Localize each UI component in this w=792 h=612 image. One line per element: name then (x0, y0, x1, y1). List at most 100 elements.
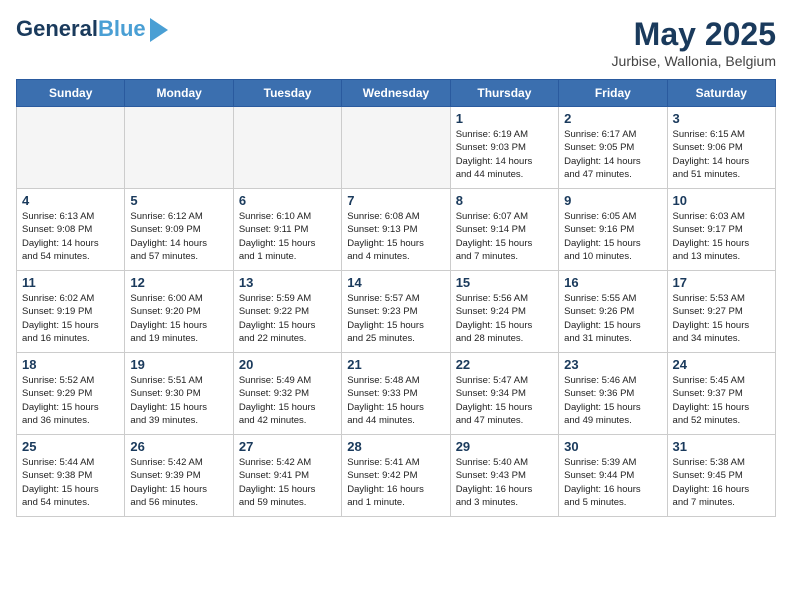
weekday-header-friday: Friday (559, 80, 667, 107)
calendar-cell (125, 107, 233, 189)
calendar-cell: 29 Sunrise: 5:40 AM Sunset: 9:43 PM Dayli… (450, 435, 558, 517)
day-number: 12 (130, 275, 227, 290)
day-number: 19 (130, 357, 227, 372)
day-number: 26 (130, 439, 227, 454)
calendar-cell: 13 Sunrise: 5:59 AM Sunset: 9:22 PM Dayli… (233, 271, 341, 353)
calendar-cell: 14Sunrise: 5:57 AM Sunset: 9:23 PM Dayli… (342, 271, 450, 353)
day-number: 30 (564, 439, 661, 454)
calendar-cell: 1Sunrise: 6:19 AM Sunset: 9:03 PM Daylig… (450, 107, 558, 189)
calendar-cell: 23 Sunrise: 5:46 AM Sunset: 9:36 PM Dayli… (559, 353, 667, 435)
day-number: 22 (456, 357, 553, 372)
day-info: Sunrise: 6:15 AM Sunset: 9:06 PM Dayligh… (673, 128, 770, 181)
logo: GeneralBlue (16, 16, 168, 42)
day-info: Sunrise: 5:42 AM Sunset: 9:41 PM Dayligh… (239, 456, 336, 509)
calendar-cell: 26 Sunrise: 5:42 AM Sunset: 9:39 PM Dayli… (125, 435, 233, 517)
calendar-cell: 7 Sunrise: 6:08 AM Sunset: 9:13 PM Daylig… (342, 189, 450, 271)
calendar-cell: 6Sunrise: 6:10 AM Sunset: 9:11 PM Daylig… (233, 189, 341, 271)
calendar-cell: 15 Sunrise: 5:56 AM Sunset: 9:24 PM Dayli… (450, 271, 558, 353)
day-number: 20 (239, 357, 336, 372)
weekday-header-row: SundayMondayTuesdayWednesdayThursdayFrid… (17, 80, 776, 107)
day-info: Sunrise: 6:13 AM Sunset: 9:08 PM Dayligh… (22, 210, 119, 263)
weekday-header-thursday: Thursday (450, 80, 558, 107)
weekday-header-sunday: Sunday (17, 80, 125, 107)
day-info: Sunrise: 5:49 AM Sunset: 9:32 PM Dayligh… (239, 374, 336, 427)
calendar-cell: 30Sunrise: 5:39 AM Sunset: 9:44 PM Dayli… (559, 435, 667, 517)
day-number: 21 (347, 357, 444, 372)
page-header: GeneralBlue May 2025 Jurbise, Wallonia, … (16, 16, 776, 69)
day-info: Sunrise: 6:02 AM Sunset: 9:19 PM Dayligh… (22, 292, 119, 345)
calendar-week-4: 25Sunrise: 5:44 AM Sunset: 9:38 PM Dayli… (17, 435, 776, 517)
day-info: Sunrise: 5:59 AM Sunset: 9:22 PM Dayligh… (239, 292, 336, 345)
day-info: Sunrise: 5:53 AM Sunset: 9:27 PM Dayligh… (673, 292, 770, 345)
title-block: May 2025 Jurbise, Wallonia, Belgium (612, 16, 776, 69)
calendar-cell: 28 Sunrise: 5:41 AM Sunset: 9:42 PM Dayli… (342, 435, 450, 517)
weekday-header-saturday: Saturday (667, 80, 775, 107)
day-number: 7 (347, 193, 444, 208)
day-info: Sunrise: 6:08 AM Sunset: 9:13 PM Dayligh… (347, 210, 444, 263)
calendar-cell: 20 Sunrise: 5:49 AM Sunset: 9:32 PM Dayli… (233, 353, 341, 435)
calendar-cell: 19 Sunrise: 5:51 AM Sunset: 9:30 PM Dayli… (125, 353, 233, 435)
day-info: Sunrise: 6:05 AM Sunset: 9:16 PM Dayligh… (564, 210, 661, 263)
day-info: Sunrise: 5:55 AM Sunset: 9:26 PM Dayligh… (564, 292, 661, 345)
day-info: Sunrise: 5:41 AM Sunset: 9:42 PM Dayligh… (347, 456, 444, 509)
calendar-cell: 16 Sunrise: 5:55 AM Sunset: 9:26 PM Dayli… (559, 271, 667, 353)
day-info: Sunrise: 5:57 AM Sunset: 9:23 PM Dayligh… (347, 292, 444, 345)
day-info: Sunrise: 6:03 AM Sunset: 9:17 PM Dayligh… (673, 210, 770, 263)
weekday-header-monday: Monday (125, 80, 233, 107)
month-title: May 2025 (612, 16, 776, 53)
calendar-cell (342, 107, 450, 189)
day-info: Sunrise: 5:47 AM Sunset: 9:34 PM Dayligh… (456, 374, 553, 427)
day-info: Sunrise: 5:46 AM Sunset: 9:36 PM Dayligh… (564, 374, 661, 427)
day-number: 24 (673, 357, 770, 372)
day-number: 27 (239, 439, 336, 454)
day-info: Sunrise: 5:44 AM Sunset: 9:38 PM Dayligh… (22, 456, 119, 509)
calendar-cell: 27 Sunrise: 5:42 AM Sunset: 9:41 PM Dayli… (233, 435, 341, 517)
day-number: 13 (239, 275, 336, 290)
day-info: Sunrise: 6:12 AM Sunset: 9:09 PM Dayligh… (130, 210, 227, 263)
day-number: 5 (130, 193, 227, 208)
calendar-cell: 18 Sunrise: 5:52 AM Sunset: 9:29 PM Dayli… (17, 353, 125, 435)
day-info: Sunrise: 6:00 AM Sunset: 9:20 PM Dayligh… (130, 292, 227, 345)
calendar-cell: 12 Sunrise: 6:00 AM Sunset: 9:20 PM Dayli… (125, 271, 233, 353)
day-number: 17 (673, 275, 770, 290)
day-number: 11 (22, 275, 119, 290)
logo-text: GeneralBlue (16, 17, 146, 41)
day-number: 2 (564, 111, 661, 126)
location-subtitle: Jurbise, Wallonia, Belgium (612, 53, 776, 69)
calendar-cell: 10Sunrise: 6:03 AM Sunset: 9:17 PM Dayli… (667, 189, 775, 271)
day-number: 23 (564, 357, 661, 372)
day-info: Sunrise: 6:17 AM Sunset: 9:05 PM Dayligh… (564, 128, 661, 181)
day-info: Sunrise: 5:56 AM Sunset: 9:24 PM Dayligh… (456, 292, 553, 345)
calendar-cell: 11 Sunrise: 6:02 AM Sunset: 9:19 PM Dayli… (17, 271, 125, 353)
calendar-cell: 21 Sunrise: 5:48 AM Sunset: 9:33 PM Dayli… (342, 353, 450, 435)
day-info: Sunrise: 5:38 AM Sunset: 9:45 PM Dayligh… (673, 456, 770, 509)
day-info: Sunrise: 5:48 AM Sunset: 9:33 PM Dayligh… (347, 374, 444, 427)
day-number: 1 (456, 111, 553, 126)
calendar-cell (17, 107, 125, 189)
day-info: Sunrise: 5:45 AM Sunset: 9:37 PM Dayligh… (673, 374, 770, 427)
day-number: 28 (347, 439, 444, 454)
day-number: 29 (456, 439, 553, 454)
calendar-cell: 4Sunrise: 6:13 AM Sunset: 9:08 PM Daylig… (17, 189, 125, 271)
weekday-header-tuesday: Tuesday (233, 80, 341, 107)
day-number: 15 (456, 275, 553, 290)
day-info: Sunrise: 6:07 AM Sunset: 9:14 PM Dayligh… (456, 210, 553, 263)
calendar-week-0: 1Sunrise: 6:19 AM Sunset: 9:03 PM Daylig… (17, 107, 776, 189)
day-number: 9 (564, 193, 661, 208)
day-number: 31 (673, 439, 770, 454)
calendar-cell: 8Sunrise: 6:07 AM Sunset: 9:14 PM Daylig… (450, 189, 558, 271)
day-number: 18 (22, 357, 119, 372)
calendar-cell (233, 107, 341, 189)
day-number: 6 (239, 193, 336, 208)
calendar-week-1: 4Sunrise: 6:13 AM Sunset: 9:08 PM Daylig… (17, 189, 776, 271)
day-number: 16 (564, 275, 661, 290)
day-info: Sunrise: 5:42 AM Sunset: 9:39 PM Dayligh… (130, 456, 227, 509)
day-info: Sunrise: 5:51 AM Sunset: 9:30 PM Dayligh… (130, 374, 227, 427)
calendar-cell: 2 Sunrise: 6:17 AM Sunset: 9:05 PM Daylig… (559, 107, 667, 189)
day-info: Sunrise: 5:40 AM Sunset: 9:43 PM Dayligh… (456, 456, 553, 509)
day-info: Sunrise: 5:52 AM Sunset: 9:29 PM Dayligh… (22, 374, 119, 427)
calendar-cell: 25Sunrise: 5:44 AM Sunset: 9:38 PM Dayli… (17, 435, 125, 517)
calendar-cell: 22 Sunrise: 5:47 AM Sunset: 9:34 PM Dayli… (450, 353, 558, 435)
weekday-header-wednesday: Wednesday (342, 80, 450, 107)
calendar-cell: 9 Sunrise: 6:05 AM Sunset: 9:16 PM Daylig… (559, 189, 667, 271)
